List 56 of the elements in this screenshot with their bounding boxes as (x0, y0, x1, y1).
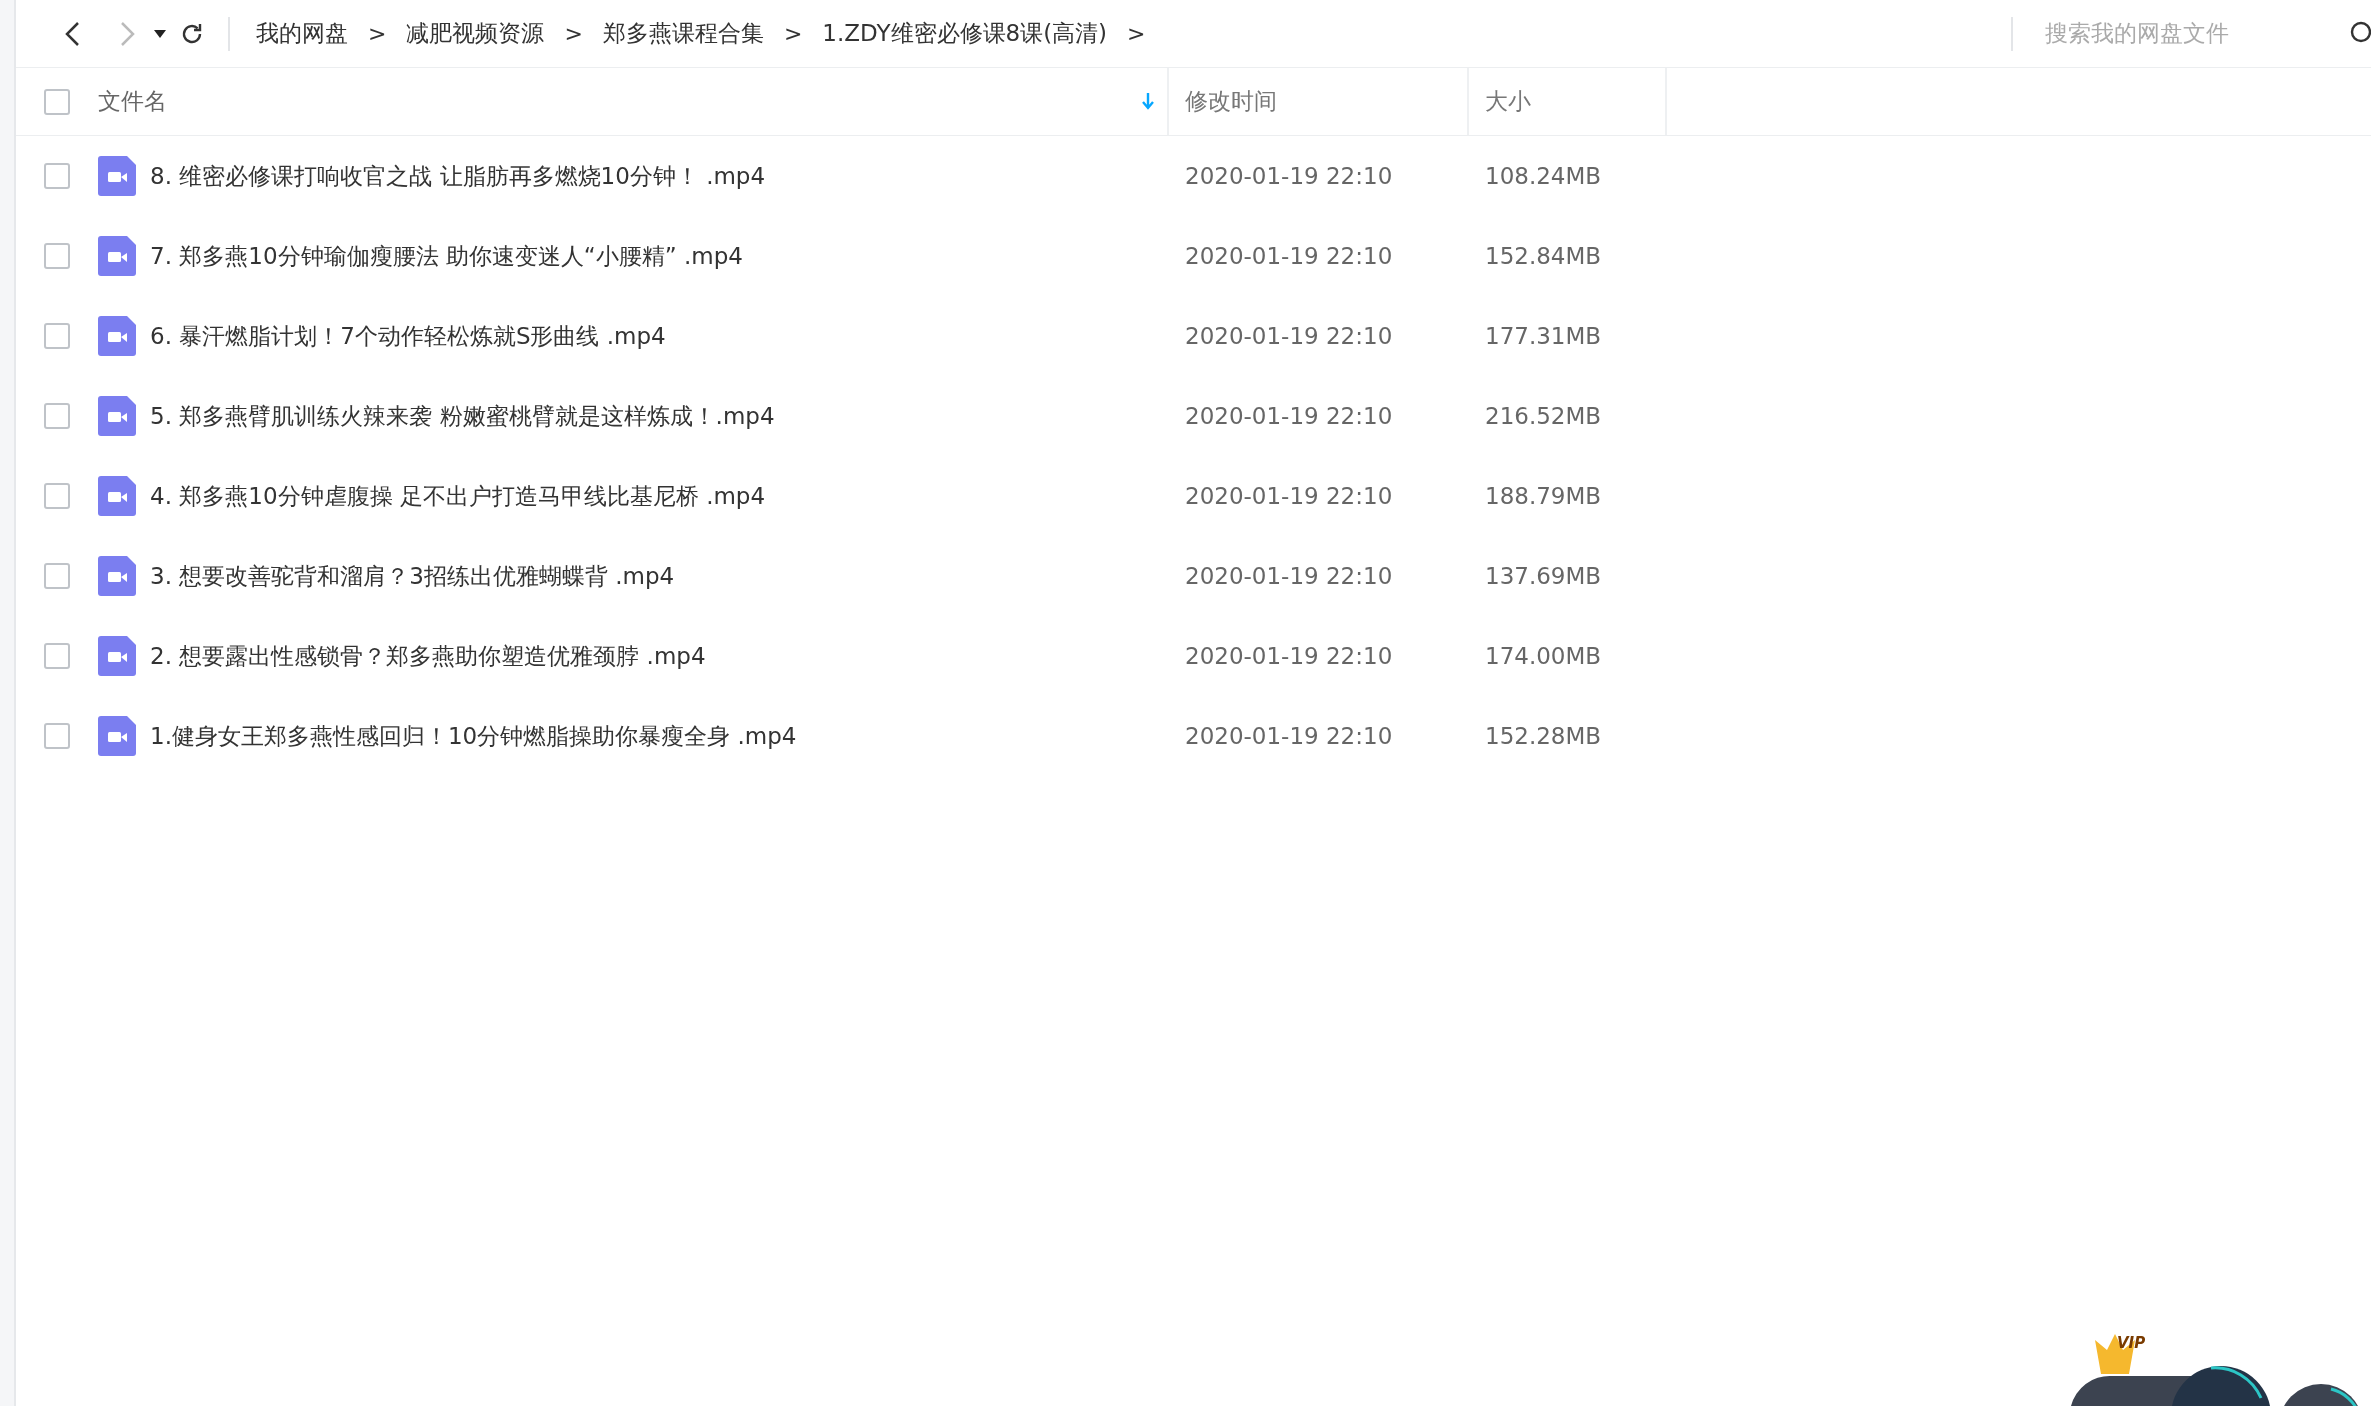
file-name[interactable]: 5. 郑多燕臂肌训练火辣来袭 粉嫩蜜桃臂就是这样炼成！.mp4 (150, 398, 775, 434)
file-name[interactable]: 3. 想要改善驼背和溜肩？3招练出优雅蝴蝶背 .mp4 (150, 558, 675, 594)
breadcrumb-link[interactable]: 郑多燕课程合集 (592, 16, 774, 51)
file-size: 174.00MB (1485, 641, 1602, 671)
row-checkbox[interactable] (44, 723, 70, 749)
file-size: 152.84MB (1485, 241, 1602, 271)
modified-time: 2020-01-19 22:10 (1185, 641, 1393, 671)
breadcrumb-separator: > (367, 20, 388, 48)
row-checkbox[interactable] (44, 403, 70, 429)
vip-badge-text: VIP (2117, 1333, 2146, 1354)
row-checkbox[interactable] (44, 563, 70, 589)
video-file-icon (98, 236, 136, 276)
video-file-icon (98, 556, 136, 596)
file-size: 137.69MB (1485, 561, 1602, 591)
row-checkbox[interactable] (44, 243, 70, 269)
select-all-checkbox[interactable] (44, 88, 70, 115)
refresh-icon[interactable] (180, 21, 204, 46)
file-size: 108.24MB (1485, 161, 1602, 191)
video-file-icon (98, 716, 136, 756)
modified-time: 2020-01-19 22:10 (1185, 561, 1393, 591)
file-size: 216.52MB (1485, 401, 1602, 431)
video-file-icon (98, 156, 136, 196)
row-checkbox[interactable] (44, 163, 70, 189)
file-name[interactable]: 4. 郑多燕10分钟虐腹操 足不出户打造马甲线比基尼桥 .mp4 (150, 478, 766, 514)
column-header[interactable]: 修改时间 (1185, 84, 1277, 119)
modified-time: 2020-01-19 22:10 (1185, 401, 1393, 431)
file-size: 177.31MB (1485, 321, 1602, 351)
file-name[interactable]: 7. 郑多燕10分钟瑜伽瘦腰法 助你速变迷人“小腰精” .mp4 (150, 238, 743, 274)
modified-time: 2020-01-19 22:10 (1185, 481, 1393, 511)
row-checkbox[interactable] (44, 643, 70, 669)
modified-time: 2020-01-19 22:10 (1185, 161, 1393, 191)
breadcrumb-separator: > (782, 20, 804, 48)
video-file-icon (98, 476, 136, 516)
video-file-icon (98, 636, 136, 676)
breadcrumb-link[interactable]: 我的网盘 (246, 16, 358, 51)
file-size: 152.28MB (1485, 721, 1602, 751)
modified-time: 2020-01-19 22:10 (1185, 721, 1393, 751)
breadcrumb-link[interactable]: 1.ZDY维密必修课8课(高清) (812, 16, 1118, 51)
breadcrumb-link[interactable]: 减肥视频资源 (396, 16, 555, 51)
file-name[interactable]: 6. 暴汗燃脂计划！7个动作轻松炼就S形曲线 .mp4 (150, 318, 666, 354)
breadcrumb-separator: > (1126, 20, 1147, 48)
breadcrumb-separator: > (563, 20, 584, 48)
video-file-icon (98, 396, 136, 436)
file-name[interactable]: 2. 想要露出性感锁骨？郑多燕助你塑造优雅颈脖 .mp4 (150, 638, 706, 674)
file-name[interactable]: 1.健身女王郑多燕性感回归！10分钟燃脂操助你暴瘦全身 .mp4 (150, 718, 797, 754)
column-header[interactable]: 大小 (1485, 84, 1531, 119)
column-header[interactable]: 文件名 (98, 84, 167, 119)
dropdown-caret-icon[interactable] (154, 29, 166, 38)
file-name[interactable]: 8. 维密必修课打响收官之战 让脂肪再多燃烧10分钟！ .mp4 (150, 158, 766, 194)
modified-time: 2020-01-19 22:10 (1185, 241, 1393, 271)
sort-arrow-icon[interactable] (1141, 92, 1155, 111)
row-checkbox[interactable] (44, 323, 70, 349)
file-size: 188.79MB (1485, 481, 1602, 511)
row-checkbox[interactable] (44, 483, 70, 509)
video-file-icon (98, 316, 136, 356)
modified-time: 2020-01-19 22:10 (1185, 321, 1393, 351)
